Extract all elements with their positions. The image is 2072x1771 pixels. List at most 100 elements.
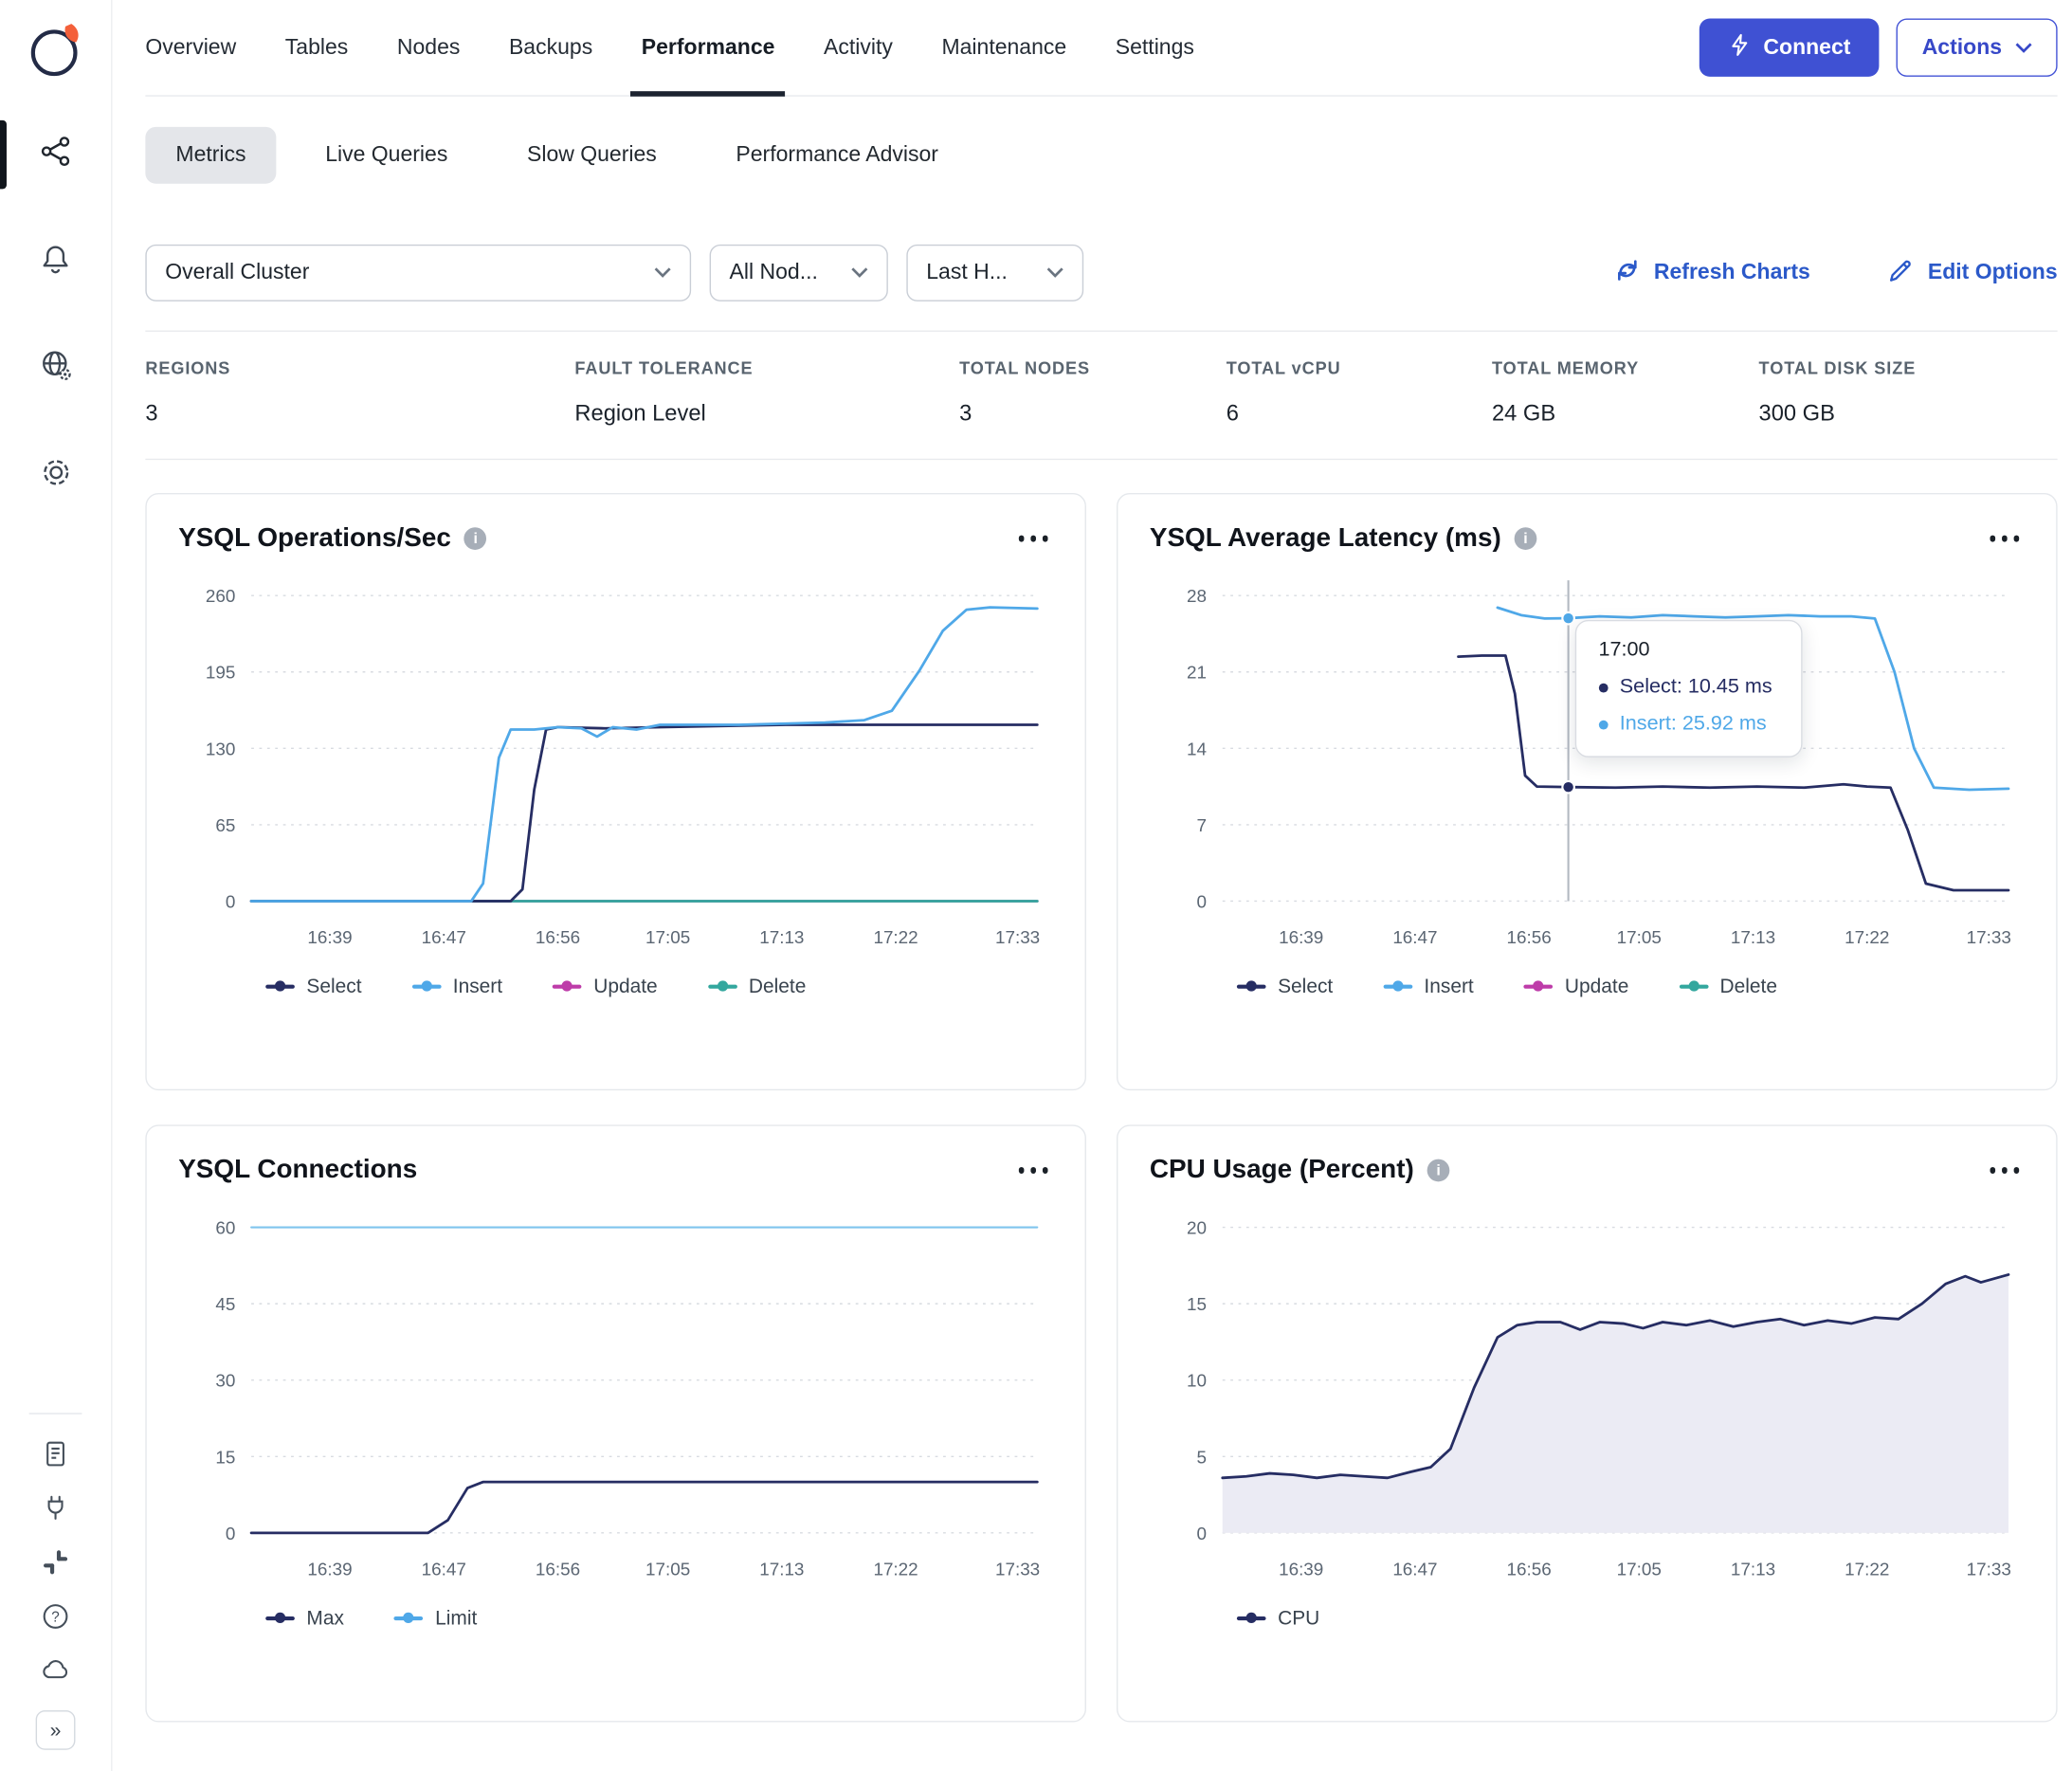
svg-text:16:47: 16:47 — [1392, 1560, 1437, 1579]
tab-tables[interactable]: Tables — [285, 0, 349, 95]
legend-item-select[interactable]: Select — [1236, 976, 1333, 997]
ellipsis-menu-icon[interactable] — [1013, 524, 1053, 554]
svg-text:16:39: 16:39 — [307, 927, 352, 947]
svg-text:16:39: 16:39 — [1279, 1560, 1323, 1579]
svg-text:16:56: 16:56 — [536, 1560, 580, 1579]
charts-grid: YSQL Operations/Sec i 0 65 130 195 260 16:39 1… — [145, 492, 2058, 1746]
info-icon[interactable]: i — [1427, 1159, 1450, 1182]
legend-item-delete[interactable]: Delete — [707, 976, 806, 997]
tab-performance[interactable]: Performance — [630, 0, 786, 97]
svg-text:195: 195 — [206, 663, 235, 683]
legend-item-limit[interactable]: Limit — [393, 1607, 477, 1630]
svg-text:17:33: 17:33 — [1967, 1560, 2011, 1579]
line-chart-ysql-connections[interactable]: 0 15 30 45 60 16:39 16:47 16:56 17:05 17:13 17:22 1… — [178, 1194, 1053, 1604]
edit-options-label: Edit Options — [1927, 260, 2058, 284]
cluster-select[interactable]: Overall Cluster — [145, 244, 692, 301]
edit-options-button[interactable]: Edit Options — [1887, 256, 2058, 290]
tab-nodes[interactable]: Nodes — [397, 0, 461, 95]
legend-marker-icon — [1523, 980, 1554, 993]
chevron-down-icon — [654, 261, 671, 285]
sidebar-item-settings[interactable] — [0, 439, 111, 513]
chart-title: YSQL Operations/Sec — [178, 523, 451, 553]
series-dot-insert — [1598, 720, 1609, 729]
stat-label: REGIONS — [145, 357, 231, 378]
subtab-metrics[interactable]: Metrics — [145, 126, 277, 184]
tab-maintenance[interactable]: Maintenance — [941, 0, 1066, 95]
svg-text:15: 15 — [1187, 1294, 1207, 1314]
line-chart-ysql-operations[interactable]: 0 65 130 195 260 16:39 16:47 16:56 17:05 17:13 17:… — [178, 561, 1053, 972]
stat-value: 24 GB — [1491, 400, 1556, 426]
chart-title: YSQL Connections — [178, 1155, 418, 1185]
stat-regions: REGIONS 3 — [145, 358, 574, 427]
left-sidebar: ? » — [0, 0, 113, 1771]
tab-overview[interactable]: Overview — [145, 0, 236, 95]
time-range-select[interactable]: Last H... — [906, 244, 1084, 301]
svg-text:0: 0 — [226, 891, 235, 911]
legend-marker-icon — [393, 1613, 424, 1625]
subtab-slow-queries[interactable]: Slow Queries — [497, 127, 687, 184]
svg-text:10: 10 — [1187, 1371, 1207, 1391]
ellipsis-menu-icon[interactable] — [1985, 1156, 2025, 1185]
svg-text:17:13: 17:13 — [759, 927, 804, 947]
legend-item-update[interactable]: Update — [553, 976, 658, 997]
gear-icon — [38, 455, 74, 498]
cloud-icon — [40, 1654, 71, 1692]
sidebar-item-slack[interactable] — [38, 1547, 72, 1581]
sidebar-expand-button[interactable]: » — [35, 1709, 76, 1750]
sidebar-item-help[interactable]: ? — [38, 1602, 72, 1636]
subtab-live-queries[interactable]: Live Queries — [295, 127, 478, 184]
sidebar-item-docs[interactable] — [38, 1439, 72, 1473]
svg-text:16:39: 16:39 — [307, 1560, 352, 1579]
svg-text:0: 0 — [226, 1524, 235, 1543]
svg-text:28: 28 — [1187, 586, 1207, 606]
chevron-down-icon — [2015, 35, 2032, 60]
legend-marker-icon — [1236, 980, 1266, 993]
sidebar-item-integrations[interactable] — [38, 1493, 72, 1527]
chart-legend: Select Insert Update Delete — [178, 975, 1053, 998]
cluster-network-icon — [38, 134, 74, 176]
sidebar-divider — [28, 1413, 82, 1415]
globe-gear-icon — [38, 348, 74, 391]
info-icon[interactable]: i — [1514, 527, 1537, 550]
area-chart-cpu-usage[interactable]: 0 5 10 15 20 16:39 16:47 16:56 17:05 17:13 17:22 17… — [1150, 1194, 2025, 1604]
stat-total-vcpu: TOTAL vCPU 6 — [1227, 358, 1492, 427]
legend-item-delete[interactable]: Delete — [1679, 976, 1777, 997]
legend-item-max[interactable]: Max — [265, 1607, 344, 1630]
legend-item-update[interactable]: Update — [1523, 976, 1628, 997]
refresh-charts-label: Refresh Charts — [1653, 260, 1810, 284]
connect-button[interactable]: Connect — [1699, 18, 1881, 77]
legend-label: CPU — [1278, 1607, 1320, 1630]
legend-marker-icon — [707, 980, 737, 993]
tab-backups[interactable]: Backups — [509, 0, 592, 95]
subtab-performance-advisor[interactable]: Performance Advisor — [705, 127, 969, 184]
sidebar-item-regions[interactable] — [0, 332, 111, 406]
actions-button[interactable]: Actions — [1897, 18, 2058, 77]
legend-item-cpu[interactable]: CPU — [1236, 1607, 1320, 1630]
legend-item-insert[interactable]: Insert — [1383, 976, 1474, 997]
sidebar-item-cloud[interactable] — [38, 1656, 72, 1690]
svg-text:17:13: 17:13 — [1731, 927, 1775, 947]
legend-item-select[interactable]: Select — [265, 976, 362, 997]
nodes-select[interactable]: All Nod... — [709, 244, 888, 301]
chart-legend: CPU — [1150, 1607, 2025, 1630]
tooltip-text: Select: 10.45 ms — [1619, 675, 1772, 699]
stat-fault-tolerance: FAULT TOLERANCE Region Level — [574, 358, 959, 427]
yugabyte-logo-icon[interactable] — [25, 19, 85, 86]
ellipsis-menu-icon[interactable] — [1985, 524, 2025, 554]
stat-value: 6 — [1226, 400, 1239, 426]
series-dot-select — [1598, 683, 1609, 692]
ellipsis-menu-icon[interactable] — [1013, 1156, 1053, 1185]
legend-marker-icon — [553, 980, 582, 993]
legend-marker-icon — [1236, 1613, 1266, 1625]
info-icon[interactable]: i — [463, 527, 487, 550]
legend-marker-icon — [265, 980, 295, 993]
sidebar-item-alerts[interactable] — [0, 225, 111, 299]
sidebar-item-clusters[interactable] — [0, 118, 111, 192]
tab-activity[interactable]: Activity — [824, 0, 893, 95]
legend-label: Insert — [452, 975, 503, 998]
svg-text:14: 14 — [1187, 739, 1207, 758]
svg-text:0: 0 — [1196, 1524, 1207, 1543]
refresh-charts-button[interactable]: Refresh Charts — [1613, 256, 1810, 290]
legend-item-insert[interactable]: Insert — [411, 975, 503, 998]
tab-settings[interactable]: Settings — [1116, 0, 1194, 95]
